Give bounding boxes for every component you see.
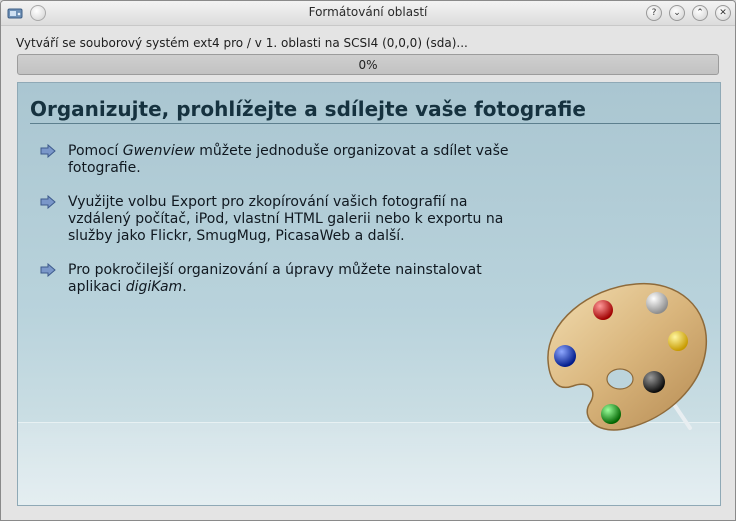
- window-title: Formátování oblastí: [308, 5, 428, 19]
- close-button[interactable]: ✕: [715, 5, 731, 21]
- slide-title: Organizujte, prohlížejte a sdílejte vaše…: [30, 97, 586, 121]
- bullet-text: Využijte volbu Export pro zkopírování va…: [68, 194, 504, 244]
- maximize-button[interactable]: ⌃: [692, 5, 708, 21]
- bullet-list: Pomocí Gwenview můžete jednoduše organiz…: [40, 143, 510, 313]
- arrow-right-icon: [40, 263, 56, 277]
- help-button[interactable]: ?: [646, 5, 662, 21]
- bullet-emphasis: digiKam: [125, 279, 183, 295]
- progress-bar: 0%: [17, 54, 719, 75]
- paint-palette-icon: [547, 282, 708, 431]
- status-text: Vytváří se souborový systém ext4 pro / v…: [16, 36, 468, 50]
- title-bar[interactable]: Formátování oblastí ? ⌄ ⌃ ✕: [1, 1, 735, 26]
- arrow-right-icon: [40, 144, 56, 158]
- slide-title-divider: [30, 123, 720, 124]
- arrow-right-icon: [40, 195, 56, 209]
- slideshow-panel: Organizujte, prohlížejte a sdílejte vaše…: [17, 82, 721, 506]
- bullet-text: Pomocí: [68, 143, 123, 159]
- progress-label: 0%: [358, 58, 378, 72]
- installer-window: Formátování oblastí ? ⌄ ⌃ ✕ Vytváří se s…: [0, 0, 736, 521]
- list-item: Využijte volbu Export pro zkopírování va…: [40, 194, 510, 245]
- bullet-emphasis: Gwenview: [122, 143, 195, 159]
- minimize-button[interactable]: ⌄: [669, 5, 685, 21]
- list-item: Pro pokročilejší organizování a úpravy m…: [40, 262, 510, 296]
- list-item: Pomocí Gwenview můžete jednoduše organiz…: [40, 143, 510, 177]
- bullet-text-end: .: [182, 279, 187, 295]
